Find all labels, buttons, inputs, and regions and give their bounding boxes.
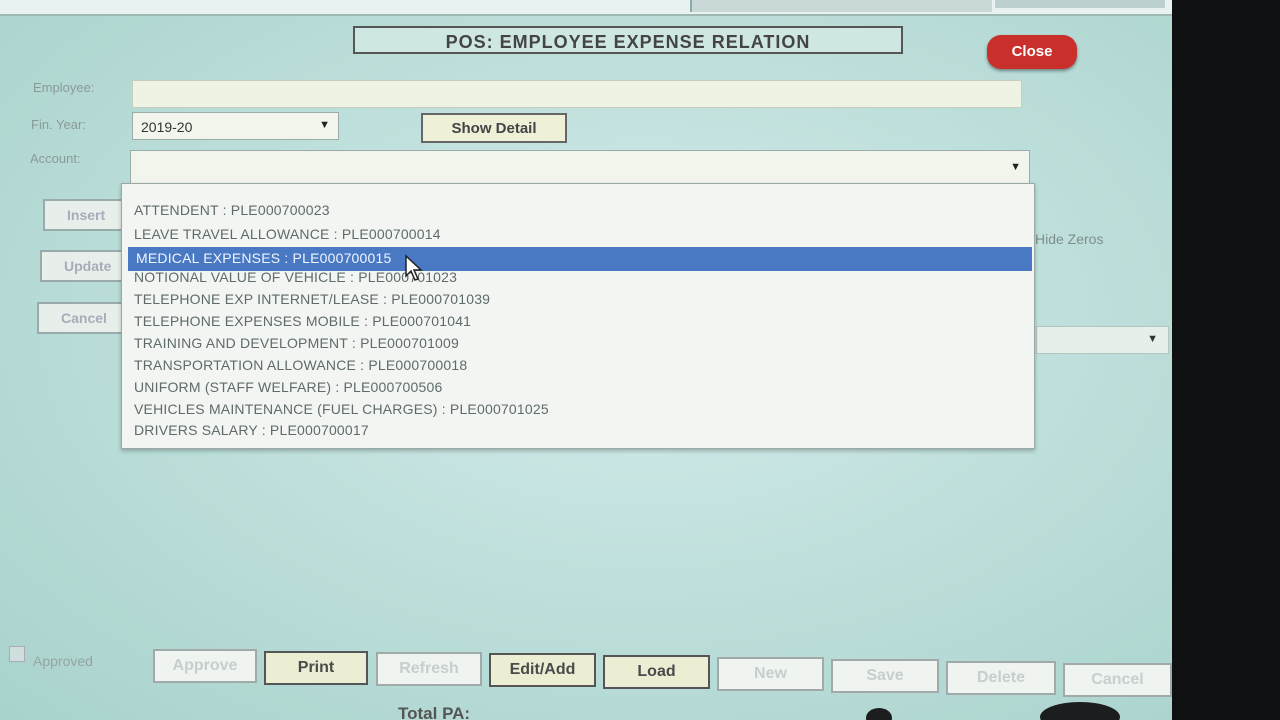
app-screen: POS: EMPLOYEE EXPENSE RELATION Close Emp… — [0, 0, 1172, 720]
list-item-selected[interactable]: MEDICAL EXPENSES : PLE000700015 — [128, 247, 1032, 271]
list-item[interactable]: VEHICLES MAINTENANCE (FUEL CHARGES) : PL… — [134, 401, 549, 421]
delete-button[interactable]: Delete — [946, 661, 1056, 695]
print-button[interactable]: Print — [264, 651, 368, 685]
new-button[interactable]: New — [717, 657, 824, 691]
right-select[interactable]: ▼ — [1036, 326, 1169, 354]
list-item[interactable]: ATTENDENT : PLE000700023 — [134, 202, 330, 222]
list-item[interactable]: TRANSPORTATION ALLOWANCE : PLE000700018 — [134, 357, 467, 377]
total-pa-label: Total PA: — [398, 704, 471, 720]
fin-year-value: 2019-20 — [141, 119, 193, 135]
approve-button[interactable]: Approve — [153, 649, 257, 683]
employee-input[interactable] — [132, 80, 1022, 108]
save-button[interactable]: Save — [831, 659, 939, 693]
page-title: POS: EMPLOYEE EXPENSE RELATION — [353, 26, 903, 54]
show-detail-button[interactable]: Show Detail — [421, 113, 567, 143]
window-top-strip — [0, 0, 1172, 16]
cancel-button[interactable]: Cancel — [1063, 663, 1172, 697]
list-item[interactable]: DRIVERS SALARY : PLE000700017 — [134, 422, 369, 442]
close-button[interactable]: Close — [987, 35, 1077, 69]
list-item[interactable]: TELEPHONE EXPENSES MOBILE : PLE000701041 — [134, 313, 471, 333]
chevron-down-icon: ▼ — [1147, 333, 1158, 345]
account-label: Account: — [30, 151, 81, 166]
foreground-object — [1040, 702, 1120, 720]
chevron-down-icon: ▼ — [319, 119, 330, 131]
foreground-object — [866, 708, 892, 720]
fin-year-select[interactable]: 2019-20 ▼ — [132, 112, 339, 140]
list-item[interactable]: UNIFORM (STAFF WELFARE) : PLE000700506 — [134, 379, 442, 399]
top-tab-2 — [995, 0, 1165, 8]
approved-checkbox[interactable] — [9, 646, 25, 662]
chevron-down-icon: ▼ — [1010, 161, 1021, 173]
hide-zeros-label: Hide Zeros — [1035, 231, 1104, 247]
mouse-cursor-icon — [405, 254, 423, 281]
edit-add-button[interactable]: Edit/Add — [489, 653, 596, 687]
refresh-button[interactable]: Refresh — [376, 652, 482, 686]
load-button[interactable]: Load — [603, 655, 710, 689]
account-dropdown-list: ATTENDENT : PLE000700023 LEAVE TRAVEL AL… — [121, 183, 1035, 449]
fin-year-label: Fin. Year: — [31, 117, 86, 132]
monitor-bezel — [1172, 0, 1280, 720]
top-tab — [690, 0, 992, 12]
account-select[interactable]: ▼ — [130, 150, 1030, 184]
list-item[interactable]: TRAINING AND DEVELOPMENT : PLE000701009 — [134, 335, 459, 355]
list-item[interactable]: LEAVE TRAVEL ALLOWANCE : PLE000700014 — [134, 226, 441, 246]
employee-label: Employee: — [33, 80, 95, 95]
list-item[interactable]: TELEPHONE EXP INTERNET/LEASE : PLE000701… — [134, 291, 490, 311]
approved-label: Approved — [33, 653, 93, 669]
